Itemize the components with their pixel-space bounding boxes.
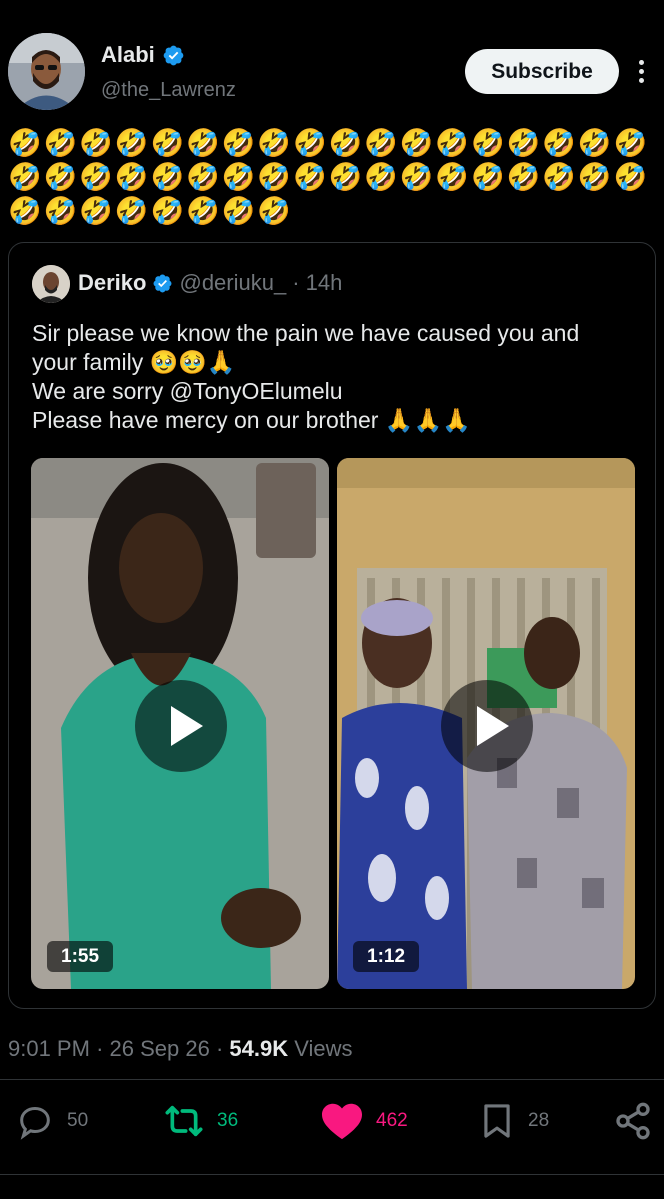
repost-count: 36: [217, 1110, 239, 1131]
verified-badge-icon: [154, 274, 172, 292]
post-time[interactable]: 9:01 PM: [8, 1036, 90, 1061]
quoted-avatar[interactable]: [32, 265, 70, 303]
meta-separator: ·: [215, 1036, 230, 1061]
divider: [0, 1174, 664, 1175]
author-avatar[interactable]: [8, 33, 85, 110]
play-button-icon[interactable]: [441, 680, 533, 772]
quoted-name-row[interactable]: Deriko @deriuku_ · 14h: [78, 270, 342, 296]
bookmark-icon: [484, 1104, 510, 1138]
subscribe-button[interactable]: Subscribe: [465, 49, 619, 94]
quoted-handle[interactable]: @deriuku_: [179, 270, 286, 296]
share-icon: [616, 1102, 650, 1140]
video-thumbnail-1[interactable]: 1:55: [31, 458, 329, 989]
views-label: Views: [294, 1036, 353, 1061]
reply-icon: [20, 1106, 50, 1140]
heart-icon: [322, 1103, 362, 1140]
bookmark-button[interactable]: 28: [478, 1101, 549, 1141]
video-duration: 1:55: [47, 941, 114, 972]
reply-count: 50: [67, 1110, 89, 1131]
post-date[interactable]: 26 Sep 26: [110, 1036, 210, 1061]
quoted-time[interactable]: · 14h: [292, 270, 342, 296]
meta-separator: ·: [96, 1036, 110, 1061]
reply-button[interactable]: 50: [15, 1101, 88, 1141]
more-options-icon[interactable]: [634, 60, 648, 86]
author-name-row[interactable]: Alabi: [101, 42, 185, 68]
author-handle[interactable]: @the_Lawrenz: [101, 79, 236, 102]
verified-badge-icon: [163, 45, 184, 65]
post-text: 🤣🤣🤣🤣🤣🤣🤣🤣🤣🤣🤣🤣🤣🤣🤣🤣🤣🤣🤣🤣🤣🤣🤣🤣🤣🤣🤣🤣🤣🤣🤣🤣🤣🤣🤣🤣🤣🤣🤣🤣…: [8, 128, 650, 226]
video-thumbnail-2[interactable]: 1:12: [337, 458, 635, 989]
quoted-text-line: We are sorry @TonyOElumelu: [32, 378, 343, 404]
post-meta: 9:01 PM · 26 Sep 26 · 54.9K Views: [8, 1036, 353, 1062]
like-button[interactable]: 462: [320, 1101, 408, 1141]
author-name[interactable]: Alabi: [101, 42, 155, 68]
quoted-post[interactable]: Deriko @deriuku_ · 14h Sir please we kno…: [8, 242, 656, 1009]
quoted-text: Sir please we know the pain we have caus…: [32, 319, 642, 435]
bookmark-count: 28: [528, 1110, 550, 1131]
repost-button[interactable]: 36: [163, 1101, 238, 1141]
repost-icon: [165, 1105, 203, 1137]
divider: [0, 1079, 664, 1080]
quoted-text-line: Please have mercy on our brother 🙏🙏🙏: [32, 407, 471, 433]
play-button-icon[interactable]: [135, 680, 227, 772]
share-button[interactable]: [613, 1101, 653, 1141]
views-count: 54.9K: [229, 1036, 289, 1061]
quoted-text-line: your family 🥹🥹🙏: [32, 349, 236, 375]
like-count: 462: [376, 1110, 408, 1131]
quoted-name[interactable]: Deriko: [78, 270, 146, 296]
video-duration: 1:12: [353, 941, 420, 972]
quoted-text-line: Sir please we know the pain we have caus…: [32, 320, 580, 346]
